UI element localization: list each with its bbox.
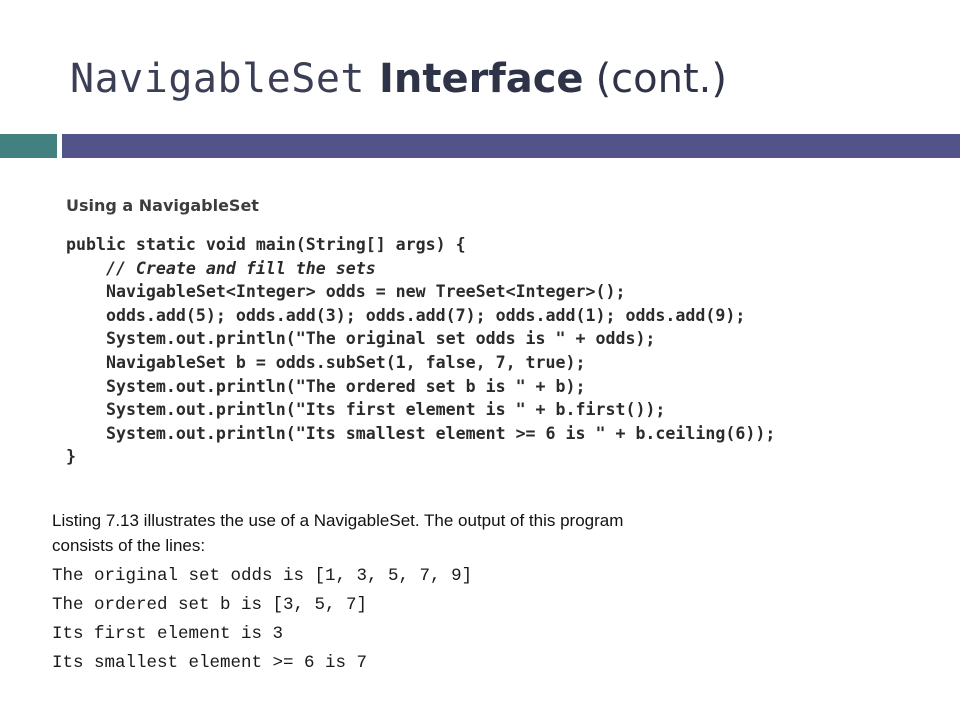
page-title-bold-part: Interface	[378, 56, 584, 102]
code-line: System.out.println("Its smallest element…	[66, 423, 776, 443]
code-line: System.out.println("Its first element is…	[66, 400, 666, 420]
page-title: NavigableSet Interface (cont.)	[70, 44, 930, 114]
body-text: Listing 7.13 illustrates the use of a Na…	[52, 508, 932, 678]
program-output-line: The ordered set b is [3, 5, 7]	[52, 595, 368, 615]
slide: NavigableSet Interface (cont.) Using a N…	[0, 0, 960, 720]
page-title-mono-part: NavigableSet	[70, 56, 365, 102]
divider-bar	[62, 134, 960, 158]
code-block: public static void main(String[] args) {…	[66, 233, 926, 469]
code-line: // Create and fill the sets	[66, 258, 376, 278]
code-line: public static void main(String[] args) {	[66, 235, 466, 254]
code-line: NavigableSet b = odds.subSet(1, false, 7…	[66, 352, 586, 372]
code-line: }	[66, 447, 76, 467]
code-line: System.out.println("The ordered set b is…	[66, 376, 586, 396]
page-title-suffix: (cont.)	[595, 56, 727, 102]
code-figure: Using a NavigableSet public static void …	[66, 196, 926, 469]
code-line: System.out.println("The original set odd…	[66, 329, 656, 349]
program-output-line: Its smallest element >= 6 is 7	[52, 653, 368, 673]
program-output-line: The original set odds is [1, 3, 5, 7, 9]	[52, 566, 473, 586]
body-paragraph-line-2: consists of the lines:	[52, 536, 206, 555]
program-output-line: Its first element is 3	[52, 624, 284, 644]
code-line: odds.add(5); odds.add(3); odds.add(7); o…	[66, 305, 746, 325]
code-figure-caption: Using a NavigableSet	[66, 196, 259, 215]
code-line: NavigableSet<Integer> odds = new TreeSet…	[66, 282, 626, 302]
program-output: The original set odds is [1, 3, 5, 7, 9]…	[52, 562, 932, 678]
body-paragraph-line-1: Listing 7.13 illustrates the use of a Na…	[52, 511, 624, 530]
divider-accent-block	[0, 134, 57, 158]
